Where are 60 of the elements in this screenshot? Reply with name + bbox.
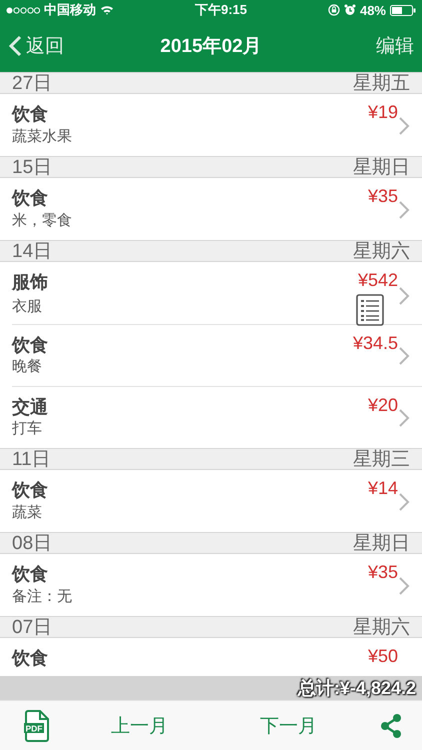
date-label: 11日: [12, 450, 51, 468]
amount-label: ¥50: [368, 645, 398, 668]
amount-label: ¥20: [368, 394, 398, 417]
edit-button[interactable]: 编辑: [334, 33, 414, 59]
amount-label: ¥34.5: [352, 332, 398, 355]
next-month-button[interactable]: 下一月: [260, 712, 317, 738]
date-label: 14日: [12, 242, 52, 260]
wifi-icon: [100, 5, 114, 15]
note-label: 晚餐: [12, 357, 43, 377]
rotation-lock-icon: [328, 4, 340, 16]
expense-row[interactable]: 服饰 ¥542 衣服: [12, 262, 422, 324]
amount-label: ¥542: [358, 269, 398, 292]
previous-month-button[interactable]: 上一月: [111, 712, 168, 738]
weekday-label: 星期五: [353, 74, 410, 92]
amount-label: ¥14: [368, 477, 398, 500]
note-label: 蔬菜水果: [12, 127, 73, 147]
carrier-name: 中国移动: [44, 1, 96, 19]
weekday-label: 星期三: [353, 450, 410, 468]
date-label: 27日: [12, 74, 52, 92]
alarm-icon: [344, 4, 356, 16]
note-label: 米，零食: [12, 211, 73, 231]
expense-row[interactable]: 饮食 ¥14 蔬菜: [12, 470, 422, 532]
weekday-label: 星期六: [353, 618, 410, 636]
date-label: 15日: [12, 158, 52, 176]
battery-icon: [390, 4, 416, 16]
month-title: 2015年02月: [159, 35, 263, 59]
note-label: 打车: [12, 419, 43, 439]
category-label: 饮食: [12, 334, 49, 357]
clock-time: 下午9:15: [194, 2, 247, 17]
expense-row[interactable]: 饮食 ¥35 备注：无: [12, 554, 422, 616]
expense-row[interactable]: 饮食 ¥34.5 晚餐: [12, 324, 422, 386]
expense-row[interactable]: 饮食 ¥19 蔬菜水果: [12, 94, 422, 156]
weekday-label: 星期日: [353, 534, 410, 552]
signal-icon: [6, 6, 40, 14]
weekday-label: 星期六: [353, 242, 410, 260]
note-label: 衣服: [12, 297, 43, 317]
expense-row[interactable]: 饮食 ¥35 米，零食: [12, 178, 422, 240]
category-label: 饮食: [12, 647, 49, 670]
battery-percent: 48%: [360, 2, 386, 18]
note-label: 备注：无: [12, 587, 73, 607]
category-label: 饮食: [12, 563, 49, 586]
chevron-icon: [8, 35, 22, 57]
amount-label: ¥35: [368, 185, 398, 208]
back-button[interactable]: 返回: [8, 33, 88, 59]
category-label: 饮食: [12, 187, 49, 210]
category-label: 交通: [12, 396, 49, 419]
pdf-file-icon[interactable]: PDF: [24, 710, 50, 742]
category-label: 服饰: [12, 271, 49, 294]
amount-label: ¥35: [368, 561, 398, 584]
note-label: 蔬菜: [12, 503, 43, 523]
date-label: 08日: [12, 534, 52, 552]
category-label: 饮食: [12, 103, 49, 126]
share-icon[interactable]: [380, 714, 402, 738]
document-list-icon[interactable]: [356, 294, 384, 326]
amount-label: ¥19: [368, 101, 398, 124]
date-label: 07日: [12, 618, 52, 636]
category-label: 饮食: [12, 479, 49, 502]
total-label: 总计:¥-4,824.2: [295, 676, 418, 700]
weekday-label: 星期日: [353, 158, 410, 176]
expense-row[interactable]: 饮食 ¥50: [12, 638, 422, 676]
